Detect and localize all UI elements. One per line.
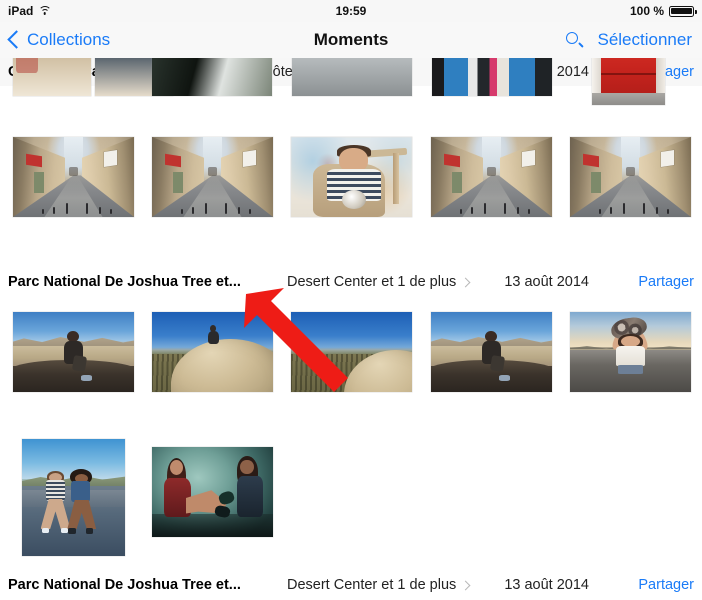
photo-thumbnail[interactable] <box>291 312 412 392</box>
photo-thumbnail[interactable] <box>152 447 273 537</box>
photo-thumbnail[interactable] <box>570 312 691 392</box>
share-button[interactable]: Partager <box>638 274 694 290</box>
photo-thumbnail[interactable] <box>13 137 134 217</box>
moment-header-joshua-tree-2: Parc National De Joshua Tree et... Deser… <box>0 568 702 600</box>
photo-image <box>152 447 273 537</box>
moment-date: 13 août 2014 <box>504 577 589 593</box>
photo-thumbnail[interactable] <box>570 137 691 217</box>
photo-image <box>152 137 273 217</box>
photos-app-window: iPad 19:59 100 % Collections Moments Sél… <box>0 0 702 600</box>
photo-image <box>13 58 91 96</box>
moment-date: 13 août 2014 <box>504 274 589 290</box>
battery-icon <box>669 5 697 17</box>
photo-image <box>431 137 552 217</box>
photo-image <box>22 439 125 556</box>
photo-thumbnail[interactable] <box>152 312 273 392</box>
photo-image <box>13 137 134 217</box>
moment-header-joshua-tree-1: Parc National De Joshua Tree et... Deser… <box>0 260 702 304</box>
status-bar-right: 100 % <box>629 4 697 18</box>
photo-thumbnail[interactable] <box>432 58 552 96</box>
photo-image <box>292 58 412 96</box>
photo-thumbnail[interactable] <box>431 312 552 392</box>
photo-image <box>570 137 691 217</box>
battery-percent-label: 100 % <box>629 4 664 18</box>
photo-row-cannes <box>0 126 702 260</box>
photo-row-clipped-top <box>0 58 702 126</box>
photo-thumbnail[interactable] <box>292 58 412 96</box>
moment-place-label: Desert Center et 1 de plus <box>287 577 457 593</box>
search-icon[interactable] <box>566 31 584 49</box>
photo-image <box>152 58 272 96</box>
photo-image <box>291 312 412 392</box>
photo-thumbnail[interactable] <box>13 58 91 96</box>
photo-image <box>152 312 273 392</box>
photo-row-joshua-2 <box>0 434 702 568</box>
photo-thumbnail[interactable] <box>291 137 412 217</box>
photo-thumbnail-red-door[interactable] <box>592 58 665 105</box>
moment-title: Parc National De Joshua Tree et... <box>8 577 241 593</box>
moment-title: Parc National De Joshua Tree et... <box>8 274 241 290</box>
select-button[interactable]: Sélectionner <box>597 30 692 50</box>
moment-place-link[interactable]: Desert Center et 1 de plus <box>287 274 471 290</box>
navigation-bar-right: Sélectionner <box>566 22 692 58</box>
photo-thumbnail[interactable] <box>152 137 273 217</box>
photo-image <box>431 312 552 392</box>
status-bar-clock: 19:59 <box>335 4 367 18</box>
photo-image <box>592 58 665 105</box>
photo-image <box>291 137 412 217</box>
photo-image <box>432 58 552 96</box>
photo-thumbnail[interactable] <box>22 439 125 556</box>
status-bar: iPad 19:59 100 % <box>0 0 702 22</box>
photo-thumbnail[interactable] <box>431 137 552 217</box>
photo-image <box>13 312 134 392</box>
photo-thumbnail[interactable] <box>13 312 134 392</box>
chevron-right-icon <box>460 580 471 590</box>
navigation-bar: Collections Moments Sélectionner <box>0 22 702 58</box>
chevron-right-icon <box>460 277 471 287</box>
moments-scroll-view[interactable]: Cannes et Cassis Provence-Alpes-Côte d'A… <box>0 58 702 600</box>
moment-place-label: Desert Center et 1 de plus <box>287 274 457 290</box>
share-button[interactable]: Partager <box>638 577 694 593</box>
photo-thumbnail[interactable] <box>152 58 272 96</box>
moment-place-link[interactable]: Desert Center et 1 de plus <box>287 577 471 593</box>
photo-image <box>570 312 691 392</box>
photo-row-joshua-1 <box>0 304 702 434</box>
